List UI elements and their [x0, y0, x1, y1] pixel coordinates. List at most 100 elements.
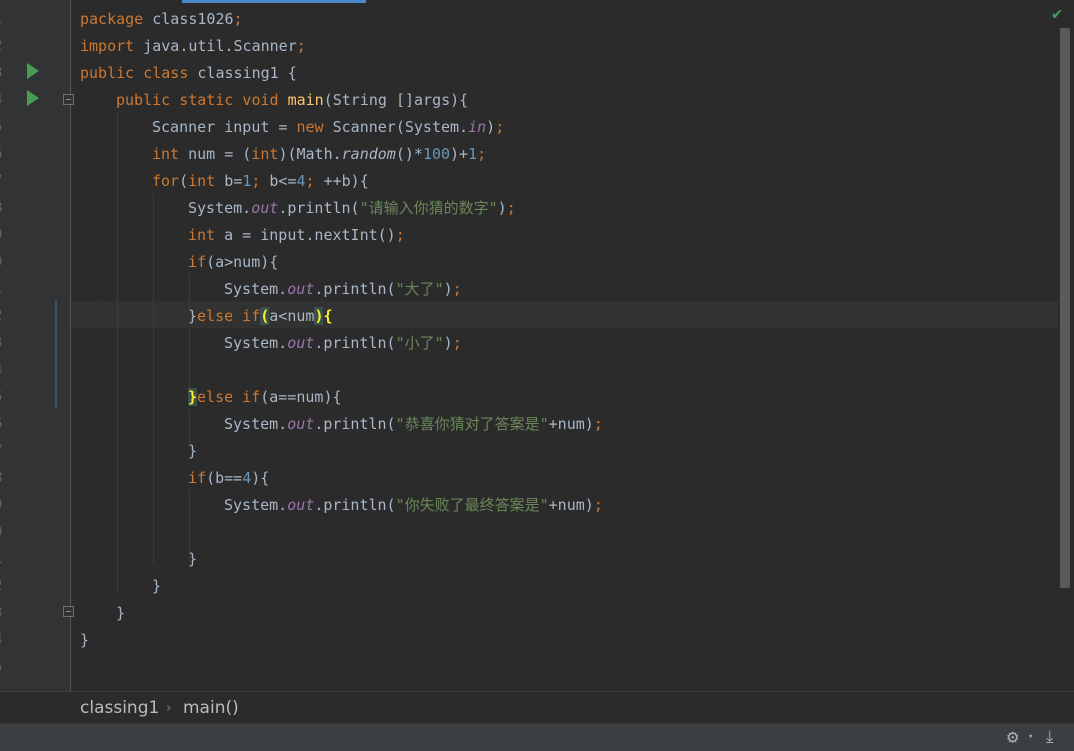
code-text: +num): [548, 415, 594, 433]
download-icon[interactable]: ⤓: [1046, 727, 1054, 747]
vertical-scrollbar[interactable]: [1058, 28, 1072, 588]
line-number: 5: [0, 654, 14, 681]
number-literal: 4: [296, 172, 306, 190]
code-text: }: [188, 442, 198, 460]
line-number: 4: [0, 357, 14, 384]
scrollbar-thumb[interactable]: [1060, 28, 1070, 588]
code-text: System.: [224, 280, 288, 298]
method-name: main: [287, 91, 324, 109]
code-text: class1026: [143, 10, 234, 28]
code-text: )(Math.: [278, 145, 342, 163]
code-text: Scanner input =: [152, 118, 297, 136]
indent-guide: [189, 328, 190, 391]
line-number: 9: [0, 492, 14, 519]
code-text: b=: [215, 172, 243, 190]
code-text: b<=: [260, 172, 297, 190]
keyword: import: [80, 37, 135, 55]
code-text: (a>num){: [206, 253, 279, 271]
code-line-19: System.out.println("你失败了最终答案是"+num);: [224, 492, 603, 519]
code-text: .println(: [278, 199, 360, 217]
line-number: 9: [0, 222, 14, 249]
run-icon[interactable]: [27, 63, 39, 79]
code-text: +num): [548, 496, 594, 514]
keyword: if: [188, 469, 207, 487]
line-number: 0: [0, 519, 14, 546]
matched-brace: {: [323, 307, 333, 325]
chevron-down-icon[interactable]: ▾: [1028, 732, 1033, 742]
status-bar: ⚙ ▾ ⤓: [0, 723, 1074, 751]
code-text: }: [80, 631, 90, 649]
code-line-9: int a = input.nextInt();: [188, 222, 405, 249]
keyword: new: [296, 118, 324, 136]
matched-brace: }: [188, 388, 198, 406]
string-literal: "大了": [395, 280, 444, 298]
code-text: .println(: [314, 334, 396, 352]
code-line-11: System.out.println("大了");: [224, 276, 462, 303]
code-text: }: [116, 604, 126, 622]
number-literal: 1: [468, 145, 478, 163]
code-text: }: [152, 577, 162, 595]
line-number: 2: [0, 303, 14, 330]
code-text: (String []args){: [323, 91, 469, 109]
code-text: ()*: [395, 145, 423, 163]
string-literal: "你失败了最终答案是": [395, 496, 549, 514]
line-number: 3: [0, 600, 14, 627]
line-number: 5: [0, 384, 14, 411]
code-text: ): [497, 199, 507, 217]
matched-paren: (: [260, 307, 270, 325]
code-text: a<num: [269, 307, 315, 325]
line-number: 4: [0, 627, 14, 654]
code-text: ): [443, 280, 453, 298]
code-text: System.: [188, 199, 252, 217]
code-text: java.util.Scanner: [134, 37, 297, 55]
breadcrumb-separator: ›: [166, 700, 172, 716]
line-number: 1: [0, 276, 14, 303]
code-line-18: if(b==4){: [188, 465, 269, 492]
field-name: out: [287, 280, 315, 298]
run-icon[interactable]: [27, 90, 39, 106]
line-number: 2: [0, 573, 14, 600]
code-line-24: }: [80, 627, 89, 654]
change-marker[interactable]: [55, 300, 57, 408]
semicolon: ;: [593, 415, 603, 433]
code-line-22: }: [152, 573, 161, 600]
code-line-1: package class1026;: [80, 6, 243, 33]
line-number: 6: [0, 411, 14, 438]
gear-icon[interactable]: ⚙: [1007, 727, 1018, 747]
editor-gutter[interactable]: 1234567890123456789012345: [0, 0, 74, 691]
code-line-2: import java.util.Scanner;: [80, 33, 306, 60]
field-name: out: [287, 496, 315, 514]
code-text: System.: [224, 334, 288, 352]
line-number: 2: [0, 33, 14, 60]
field-name: out: [287, 334, 315, 352]
code-line-4: public static void main(String []args){: [116, 87, 468, 114]
code-text: num = (: [179, 145, 252, 163]
number-literal: 100: [422, 145, 451, 163]
number-literal: 4: [242, 469, 252, 487]
code-text: (b==: [206, 469, 243, 487]
code-text: }: [188, 307, 198, 325]
keyword: int: [152, 145, 180, 163]
code-text: .println(: [314, 415, 396, 433]
check-icon[interactable]: ✔: [1052, 6, 1070, 23]
keyword: int: [188, 172, 216, 190]
field-name: in: [468, 118, 487, 136]
code-editor[interactable]: package class1026; import java.util.Scan…: [71, 0, 1058, 691]
code-line-17: }: [188, 438, 197, 465]
breadcrumb-class[interactable]: classing1: [80, 697, 159, 719]
code-text: .println(: [314, 496, 396, 514]
static-method: random: [341, 145, 396, 163]
breadcrumb-method[interactable]: main(): [183, 697, 239, 719]
code-text: ): [486, 118, 496, 136]
indent-guide: [153, 193, 154, 565]
keyword: for: [152, 172, 180, 190]
line-number: 8: [0, 195, 14, 222]
breadcrumb: classing1 › main(): [0, 691, 1074, 724]
keyword: int: [251, 145, 279, 163]
line-number: 6: [0, 141, 14, 168]
code-text: System.: [224, 496, 288, 514]
code-text: (a==num){: [260, 388, 342, 406]
semicolon: ;: [233, 10, 243, 28]
keyword: int: [188, 226, 216, 244]
code-line-16: System.out.println("恭喜你猜对了答案是"+num);: [224, 411, 603, 438]
